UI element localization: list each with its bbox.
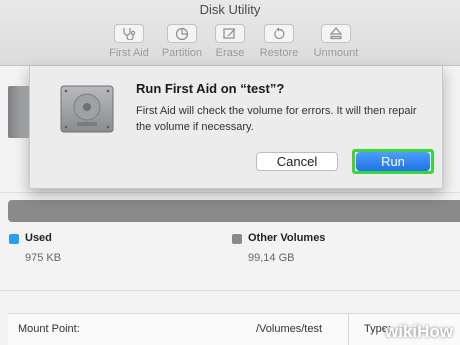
watermark-wiki: wiki — [385, 322, 418, 341]
other-volumes-swatch — [232, 234, 242, 244]
unmount-button[interactable]: Unmount — [306, 24, 366, 59]
wikihow-watermark: wikiHow — [385, 322, 453, 342]
restore-arrow-icon — [264, 24, 294, 43]
stethoscope-icon — [114, 24, 144, 43]
mount-point-label: Mount Point: — [18, 323, 80, 335]
restore-button[interactable]: Restore — [249, 24, 309, 59]
other-volumes-label: Other Volumes — [248, 232, 326, 244]
divider — [0, 290, 460, 291]
first-aid-dialog: Run First Aid on “test”? First Aid will … — [29, 66, 443, 189]
window-title: Disk Utility — [199, 2, 261, 17]
hard-drive-icon — [57, 82, 117, 143]
dialog-message: First Aid will check the volume for erro… — [136, 105, 417, 133]
first-aid-button[interactable]: First Aid — [99, 24, 159, 59]
used-value: 975 KB — [25, 252, 62, 264]
toolbar: Disk Utility First Aid Partition Erase R… — [0, 0, 460, 66]
mount-point-value: /Volumes/test — [256, 323, 323, 335]
sidebar-disk-icon[interactable] — [8, 86, 30, 138]
dialog-title: Run First Aid on “test”? — [136, 81, 285, 96]
unmount-label: Unmount — [313, 47, 359, 59]
divider — [0, 192, 460, 193]
run-button[interactable]: Run — [356, 152, 430, 171]
pie-icon — [167, 24, 197, 43]
table-divider — [348, 314, 349, 345]
eject-icon — [321, 24, 351, 43]
used-label: Used — [25, 232, 52, 244]
usage-bar — [8, 200, 460, 222]
used-swatch — [9, 234, 19, 244]
cancel-button[interactable]: Cancel — [256, 152, 338, 171]
watermark-how: How — [417, 322, 454, 341]
other-volumes-value: 99,14 GB — [248, 252, 295, 264]
first-aid-label: First Aid — [109, 47, 149, 59]
eraser-icon — [215, 24, 245, 43]
restore-label: Restore — [259, 47, 299, 59]
